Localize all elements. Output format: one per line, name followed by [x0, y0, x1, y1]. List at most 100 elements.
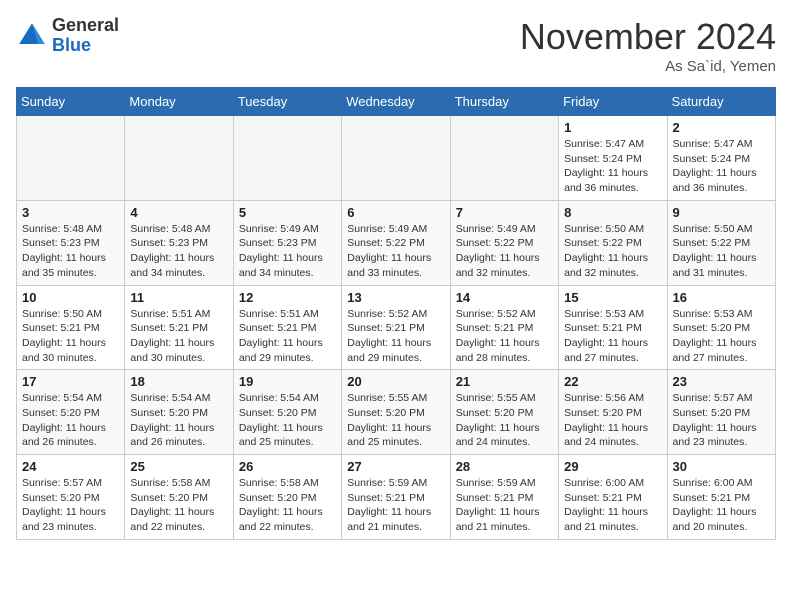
day-info: Sunrise: 5:54 AM Sunset: 5:20 PM Dayligh… — [130, 391, 227, 450]
calendar-cell: 29 Sunrise: 6:00 AM Sunset: 5:21 PM Dayli… — [559, 455, 667, 540]
day-info: Sunrise: 5:58 AM Sunset: 5:20 PM Dayligh… — [130, 476, 227, 535]
day-info: Sunrise: 5:48 AM Sunset: 5:23 PM Dayligh… — [22, 222, 119, 281]
day-number: 11 — [130, 290, 227, 305]
calendar-cell — [450, 116, 558, 201]
day-number: 9 — [673, 205, 770, 220]
logo-blue-text: Blue — [52, 35, 91, 55]
day-number: 5 — [239, 205, 336, 220]
day-number: 23 — [673, 374, 770, 389]
day-number: 28 — [456, 459, 553, 474]
calendar-cell: 23 Sunrise: 5:57 AM Sunset: 5:20 PM Dayli… — [667, 370, 775, 455]
calendar-header-wednesday: Wednesday — [342, 88, 450, 116]
calendar-cell: 24 Sunrise: 5:57 AM Sunset: 5:20 PM Dayli… — [17, 455, 125, 540]
day-info: Sunrise: 5:59 AM Sunset: 5:21 PM Dayligh… — [456, 476, 553, 535]
calendar-cell: 1Sunrise: 5:47 AM Sunset: 5:24 PM Daylig… — [559, 116, 667, 201]
calendar-cell: 11 Sunrise: 5:51 AM Sunset: 5:21 PM Dayli… — [125, 285, 233, 370]
calendar-cell — [342, 116, 450, 201]
day-info: Sunrise: 5:50 AM Sunset: 5:22 PM Dayligh… — [673, 222, 770, 281]
day-info: Sunrise: 5:47 AM Sunset: 5:24 PM Dayligh… — [673, 137, 770, 196]
day-info: Sunrise: 5:58 AM Sunset: 5:20 PM Dayligh… — [239, 476, 336, 535]
month-title: November 2024 — [520, 16, 776, 58]
day-info: Sunrise: 5:55 AM Sunset: 5:20 PM Dayligh… — [456, 391, 553, 450]
calendar-header-row: SundayMondayTuesdayWednesdayThursdayFrid… — [17, 88, 776, 116]
day-info: Sunrise: 5:51 AM Sunset: 5:21 PM Dayligh… — [130, 307, 227, 366]
day-number: 25 — [130, 459, 227, 474]
calendar-header-saturday: Saturday — [667, 88, 775, 116]
calendar-cell: 16Sunrise: 5:53 AM Sunset: 5:20 PM Dayli… — [667, 285, 775, 370]
calendar-cell: 8Sunrise: 5:50 AM Sunset: 5:22 PM Daylig… — [559, 200, 667, 285]
calendar-header-sunday: Sunday — [17, 88, 125, 116]
calendar-week-2: 3Sunrise: 5:48 AM Sunset: 5:23 PM Daylig… — [17, 200, 776, 285]
calendar-header-monday: Monday — [125, 88, 233, 116]
calendar-cell — [125, 116, 233, 201]
day-number: 19 — [239, 374, 336, 389]
calendar-week-4: 17 Sunrise: 5:54 AM Sunset: 5:20 PM Dayli… — [17, 370, 776, 455]
calendar-cell: 25 Sunrise: 5:58 AM Sunset: 5:20 PM Dayli… — [125, 455, 233, 540]
day-info: Sunrise: 5:56 AM Sunset: 5:20 PM Dayligh… — [564, 391, 661, 450]
day-info: Sunrise: 5:54 AM Sunset: 5:20 PM Dayligh… — [239, 391, 336, 450]
calendar-cell: 28 Sunrise: 5:59 AM Sunset: 5:21 PM Dayli… — [450, 455, 558, 540]
day-number: 17 — [22, 374, 119, 389]
calendar-header-thursday: Thursday — [450, 88, 558, 116]
day-number: 4 — [130, 205, 227, 220]
calendar-week-3: 10 Sunrise: 5:50 AM Sunset: 5:21 PM Dayli… — [17, 285, 776, 370]
day-info: Sunrise: 5:51 AM Sunset: 5:21 PM Dayligh… — [239, 307, 336, 366]
day-number: 13 — [347, 290, 444, 305]
calendar-cell: 19 Sunrise: 5:54 AM Sunset: 5:20 PM Dayli… — [233, 370, 341, 455]
calendar-cell: 13Sunrise: 5:52 AM Sunset: 5:21 PM Dayli… — [342, 285, 450, 370]
day-info: Sunrise: 6:00 AM Sunset: 5:21 PM Dayligh… — [564, 476, 661, 535]
calendar-cell: 18 Sunrise: 5:54 AM Sunset: 5:20 PM Dayli… — [125, 370, 233, 455]
day-number: 24 — [22, 459, 119, 474]
day-number: 2 — [673, 120, 770, 135]
calendar-cell — [17, 116, 125, 201]
day-info: Sunrise: 5:57 AM Sunset: 5:20 PM Dayligh… — [22, 476, 119, 535]
calendar-cell: 7 Sunrise: 5:49 AM Sunset: 5:22 PM Daylig… — [450, 200, 558, 285]
day-info: Sunrise: 5:49 AM Sunset: 5:22 PM Dayligh… — [347, 222, 444, 281]
day-number: 14 — [456, 290, 553, 305]
calendar-cell: 4 Sunrise: 5:48 AM Sunset: 5:23 PM Daylig… — [125, 200, 233, 285]
calendar-week-5: 24 Sunrise: 5:57 AM Sunset: 5:20 PM Dayli… — [17, 455, 776, 540]
calendar-cell: 20Sunrise: 5:55 AM Sunset: 5:20 PM Dayli… — [342, 370, 450, 455]
day-info: Sunrise: 5:50 AM Sunset: 5:21 PM Dayligh… — [22, 307, 119, 366]
day-info: Sunrise: 5:49 AM Sunset: 5:23 PM Dayligh… — [239, 222, 336, 281]
day-number: 7 — [456, 205, 553, 220]
calendar-header-tuesday: Tuesday — [233, 88, 341, 116]
day-number: 29 — [564, 459, 661, 474]
location: As Sa`id, Yemen — [520, 58, 776, 75]
day-number: 27 — [347, 459, 444, 474]
calendar-week-1: 1Sunrise: 5:47 AM Sunset: 5:24 PM Daylig… — [17, 116, 776, 201]
calendar-cell: 30Sunrise: 6:00 AM Sunset: 5:21 PM Dayli… — [667, 455, 775, 540]
calendar-cell: 26Sunrise: 5:58 AM Sunset: 5:20 PM Dayli… — [233, 455, 341, 540]
calendar-cell: 10 Sunrise: 5:50 AM Sunset: 5:21 PM Dayli… — [17, 285, 125, 370]
day-info: Sunrise: 5:57 AM Sunset: 5:20 PM Dayligh… — [673, 391, 770, 450]
logo: General Blue — [16, 16, 119, 56]
title-block: November 2024 As Sa`id, Yemen — [520, 16, 776, 75]
page-header: General Blue November 2024 As Sa`id, Yem… — [16, 16, 776, 75]
calendar-cell: 9 Sunrise: 5:50 AM Sunset: 5:22 PM Daylig… — [667, 200, 775, 285]
day-info: Sunrise: 5:49 AM Sunset: 5:22 PM Dayligh… — [456, 222, 553, 281]
calendar-cell: 3Sunrise: 5:48 AM Sunset: 5:23 PM Daylig… — [17, 200, 125, 285]
day-info: Sunrise: 5:52 AM Sunset: 5:21 PM Dayligh… — [456, 307, 553, 366]
day-number: 21 — [456, 374, 553, 389]
day-number: 6 — [347, 205, 444, 220]
day-info: Sunrise: 5:50 AM Sunset: 5:22 PM Dayligh… — [564, 222, 661, 281]
day-number: 22 — [564, 374, 661, 389]
day-number: 16 — [673, 290, 770, 305]
day-info: Sunrise: 6:00 AM Sunset: 5:21 PM Dayligh… — [673, 476, 770, 535]
logo-general-text: General — [52, 15, 119, 35]
day-info: Sunrise: 5:53 AM Sunset: 5:21 PM Dayligh… — [564, 307, 661, 366]
calendar-cell: 17Sunrise: 5:54 AM Sunset: 5:20 PM Dayli… — [17, 370, 125, 455]
calendar-cell — [233, 116, 341, 201]
calendar-cell: 15 Sunrise: 5:53 AM Sunset: 5:21 PM Dayli… — [559, 285, 667, 370]
day-info: Sunrise: 5:59 AM Sunset: 5:21 PM Dayligh… — [347, 476, 444, 535]
day-number: 10 — [22, 290, 119, 305]
day-number: 15 — [564, 290, 661, 305]
calendar-table: SundayMondayTuesdayWednesdayThursdayFrid… — [16, 87, 776, 540]
day-number: 18 — [130, 374, 227, 389]
day-number: 12 — [239, 290, 336, 305]
day-info: Sunrise: 5:48 AM Sunset: 5:23 PM Dayligh… — [130, 222, 227, 281]
calendar-cell: 2 Sunrise: 5:47 AM Sunset: 5:24 PM Daylig… — [667, 116, 775, 201]
day-number: 20 — [347, 374, 444, 389]
day-info: Sunrise: 5:47 AM Sunset: 5:24 PM Dayligh… — [564, 137, 661, 196]
calendar-cell: 27 Sunrise: 5:59 AM Sunset: 5:21 PM Dayli… — [342, 455, 450, 540]
